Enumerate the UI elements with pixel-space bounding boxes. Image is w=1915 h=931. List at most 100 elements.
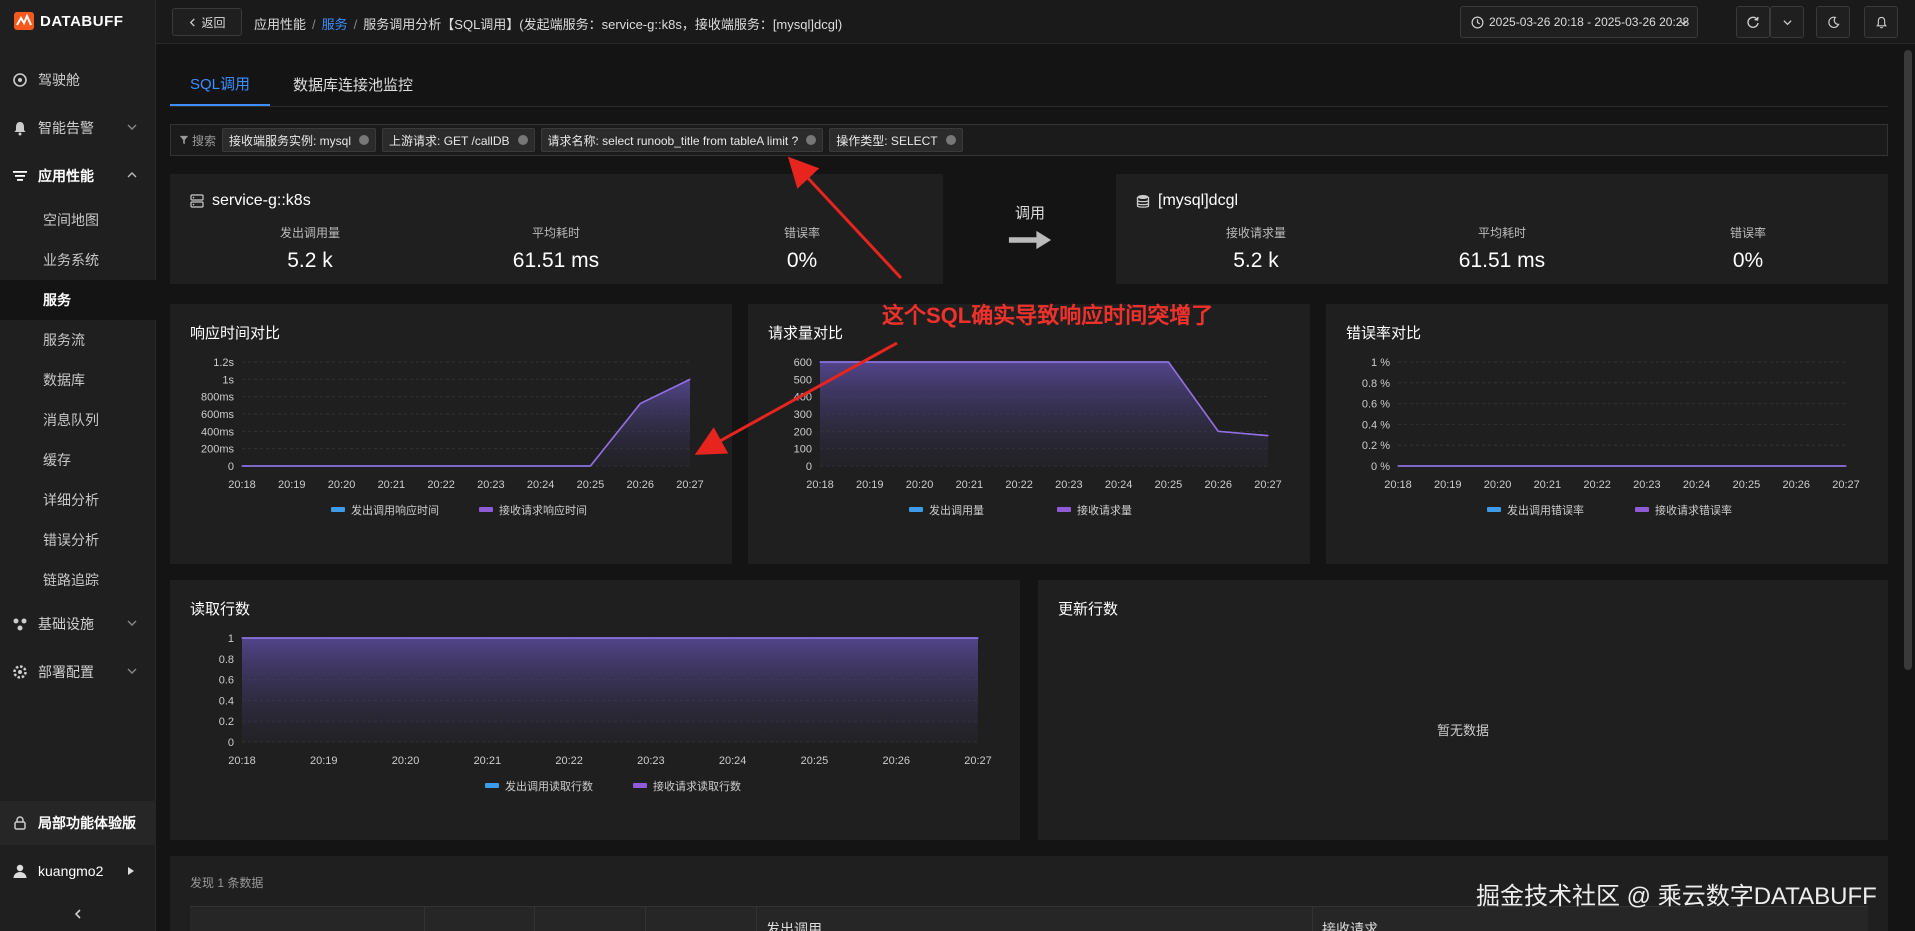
- data-point: [1845, 465, 1847, 467]
- sidebar-subitem-mq[interactable]: 消息队列: [0, 400, 156, 440]
- refresh-options-button[interactable]: [1770, 6, 1804, 38]
- sidebar-item-alerts[interactable]: 智能告警: [0, 104, 156, 152]
- sidebar-subitem-business[interactable]: 业务系统: [0, 240, 156, 280]
- data-point: [486, 637, 488, 639]
- notifications-button[interactable]: [1864, 6, 1898, 38]
- sidebar-item-cockpit[interactable]: 驾驶舱: [0, 56, 156, 104]
- data-point: [291, 465, 293, 467]
- filter-chip-op-type[interactable]: 操作类型: SELECT: [829, 128, 963, 152]
- brand-logo[interactable]: DATABUFF: [14, 12, 123, 30]
- legend-label: 发出调用错误率: [1507, 503, 1584, 517]
- x-tick-label: 20:22: [427, 479, 455, 491]
- chevron-down-icon: [127, 124, 137, 130]
- filter-chip-upstream[interactable]: 上游请求: GET /callDB: [382, 128, 535, 152]
- chart-card-response-time: 响应时间对比 0 200ms 400ms 600ms 800ms 1s 1.2s 20:18 2…: [170, 304, 732, 564]
- data-point: [1217, 430, 1219, 432]
- sidebar-subitem-service[interactable]: 服务: [0, 280, 156, 320]
- x-tick-label: 20:26: [1204, 479, 1232, 491]
- data-point: [918, 361, 921, 363]
- x-tick-label: 20:24: [719, 755, 747, 767]
- series-area: [590, 379, 690, 466]
- page-scrollbar[interactable]: [1904, 50, 1912, 670]
- x-tick-label: 20:18: [1384, 479, 1412, 491]
- x-tick-label: 20:24: [1105, 479, 1133, 491]
- trial-edition-badge[interactable]: 局部功能体验版: [0, 801, 156, 845]
- chevron-down-icon: [1679, 20, 1688, 26]
- clock-icon: [1471, 16, 1484, 28]
- filter-bar[interactable]: 搜索 接收端服务实例: mysql 上游请求: GET /callDB 请求名称…: [170, 124, 1888, 156]
- dashboard-icon: [13, 73, 27, 87]
- sidebar-subitem-tracing[interactable]: 链路追踪: [0, 560, 156, 600]
- x-tick-label: 20:20: [1484, 479, 1512, 491]
- list-filter-icon: [13, 171, 27, 181]
- sidebar-collapse-button[interactable]: [0, 897, 156, 931]
- theme-toggle-button[interactable]: [1816, 6, 1850, 38]
- chart-rows-read: 0 0.2 0.4 0.6 0.8 1 20:18 20:19 20:20 20:21 20:22 2…: [219, 633, 992, 793]
- chevron-left-icon: [190, 17, 196, 27]
- legend-swatch: [1487, 507, 1501, 512]
- chart-card-request-count: 请求量对比 0 100 200 300 400 500 600 20:18 20:19 20:20…: [748, 304, 1310, 564]
- sidebar-item-infra[interactable]: 基础设施: [0, 600, 156, 648]
- legend-swatch: [485, 783, 499, 788]
- legend-swatch: [909, 507, 923, 512]
- x-tick-label: 20:25: [1155, 479, 1183, 491]
- chart-error-rate: 0 % 0.2 % 0.4 % 0.6 % 0.8 % 1 % 20:18 20:19 20:2…: [1362, 357, 1860, 517]
- target-service-card: [mysql]dcgl 接收请求量 5.2 k 平均耗时 61.51 ms 错误率 0…: [1116, 174, 1888, 284]
- call-direction: 调用: [950, 174, 1110, 284]
- source-service-name[interactable]: service-g::k8s: [190, 192, 311, 210]
- breadcrumb-service-link[interactable]: 服务: [322, 17, 348, 32]
- user-menu[interactable]: kuangmo2: [0, 845, 156, 897]
- data-point: [639, 403, 641, 405]
- breadcrumb: 应用性能 / 服务 / 服务调用分析【SQL调用】(发起端服务：service-g::k…: [254, 17, 843, 32]
- close-icon[interactable]: [806, 135, 817, 145]
- time-range-picker[interactable]: 2025-03-26 20:18 - 2025-03-26 20:28: [1460, 6, 1698, 38]
- close-icon[interactable]: [359, 135, 370, 145]
- x-tick-label: 20:22: [1583, 479, 1611, 491]
- sidebar-subitem-error-analysis[interactable]: 错误分析: [0, 520, 156, 560]
- data-point: [869, 361, 871, 363]
- breadcrumb-root[interactable]: 应用性能: [254, 17, 306, 32]
- close-icon[interactable]: [517, 135, 528, 145]
- y-tick-label: 200: [794, 426, 812, 438]
- bell-icon: [14, 122, 26, 136]
- sidebar-subitem-service-flow[interactable]: 服务流: [0, 320, 156, 360]
- data-point: [340, 465, 343, 467]
- y-tick-label: 0.8: [219, 654, 234, 666]
- refresh-button[interactable]: [1736, 6, 1770, 38]
- y-tick-label: 300: [794, 409, 812, 421]
- sidebar-item-apm[interactable]: 应用性能: [0, 152, 156, 200]
- sidebar-subitem-database[interactable]: 数据库: [0, 360, 156, 400]
- user-icon: [13, 864, 27, 878]
- tab-sql-calls[interactable]: SQL调用: [170, 62, 270, 106]
- y-tick-label: 100: [794, 444, 812, 456]
- close-icon[interactable]: [945, 135, 956, 145]
- y-tick-label: 500: [794, 374, 812, 386]
- x-tick-label: 20:19: [310, 755, 338, 767]
- data-point: [241, 465, 243, 467]
- lock-icon: [14, 816, 26, 830]
- sidebar-subitem-cache[interactable]: 缓存: [0, 440, 156, 480]
- filter-chip-instance[interactable]: 接收端服务实例: mysql: [222, 128, 377, 152]
- filter-chip-request-name[interactable]: 请求名称: select runoob_title from tableA li…: [540, 128, 824, 152]
- annotation-text: 这个SQL确实导致响应时间突增了: [882, 303, 1214, 328]
- x-tick-label: 20:20: [392, 755, 420, 767]
- target-service-name[interactable]: [mysql]dcgl: [1136, 192, 1238, 210]
- data-point: [895, 637, 897, 639]
- sidebar-item-label: 基础设施: [38, 616, 94, 632]
- x-tick-label: 20:25: [577, 479, 605, 491]
- brand-name: DATABUFF: [40, 12, 124, 30]
- gear-icon: [13, 665, 27, 679]
- y-tick-label: 200ms: [201, 444, 235, 456]
- y-tick-label: 600: [794, 357, 812, 369]
- chart-response-time: 0 200ms 400ms 600ms 800ms 1s 1.2s 20:18 20:19 20:…: [201, 357, 704, 517]
- filter-label: 搜索: [179, 132, 216, 149]
- sidebar-subitem-detail-analysis[interactable]: 详细分析: [0, 480, 156, 520]
- x-tick-label: 20:21: [474, 755, 502, 767]
- sidebar-subitem-space-map[interactable]: 空间地图: [0, 200, 156, 240]
- y-tick-label: 1 %: [1371, 357, 1390, 369]
- y-tick-label: 400: [794, 392, 812, 404]
- back-button[interactable]: 返回: [172, 8, 242, 36]
- sidebar-item-deploy-config[interactable]: 部署配置: [0, 648, 156, 696]
- tab-db-pool-monitor[interactable]: 数据库连接池监控: [284, 62, 422, 106]
- nodes-icon: [13, 618, 27, 631]
